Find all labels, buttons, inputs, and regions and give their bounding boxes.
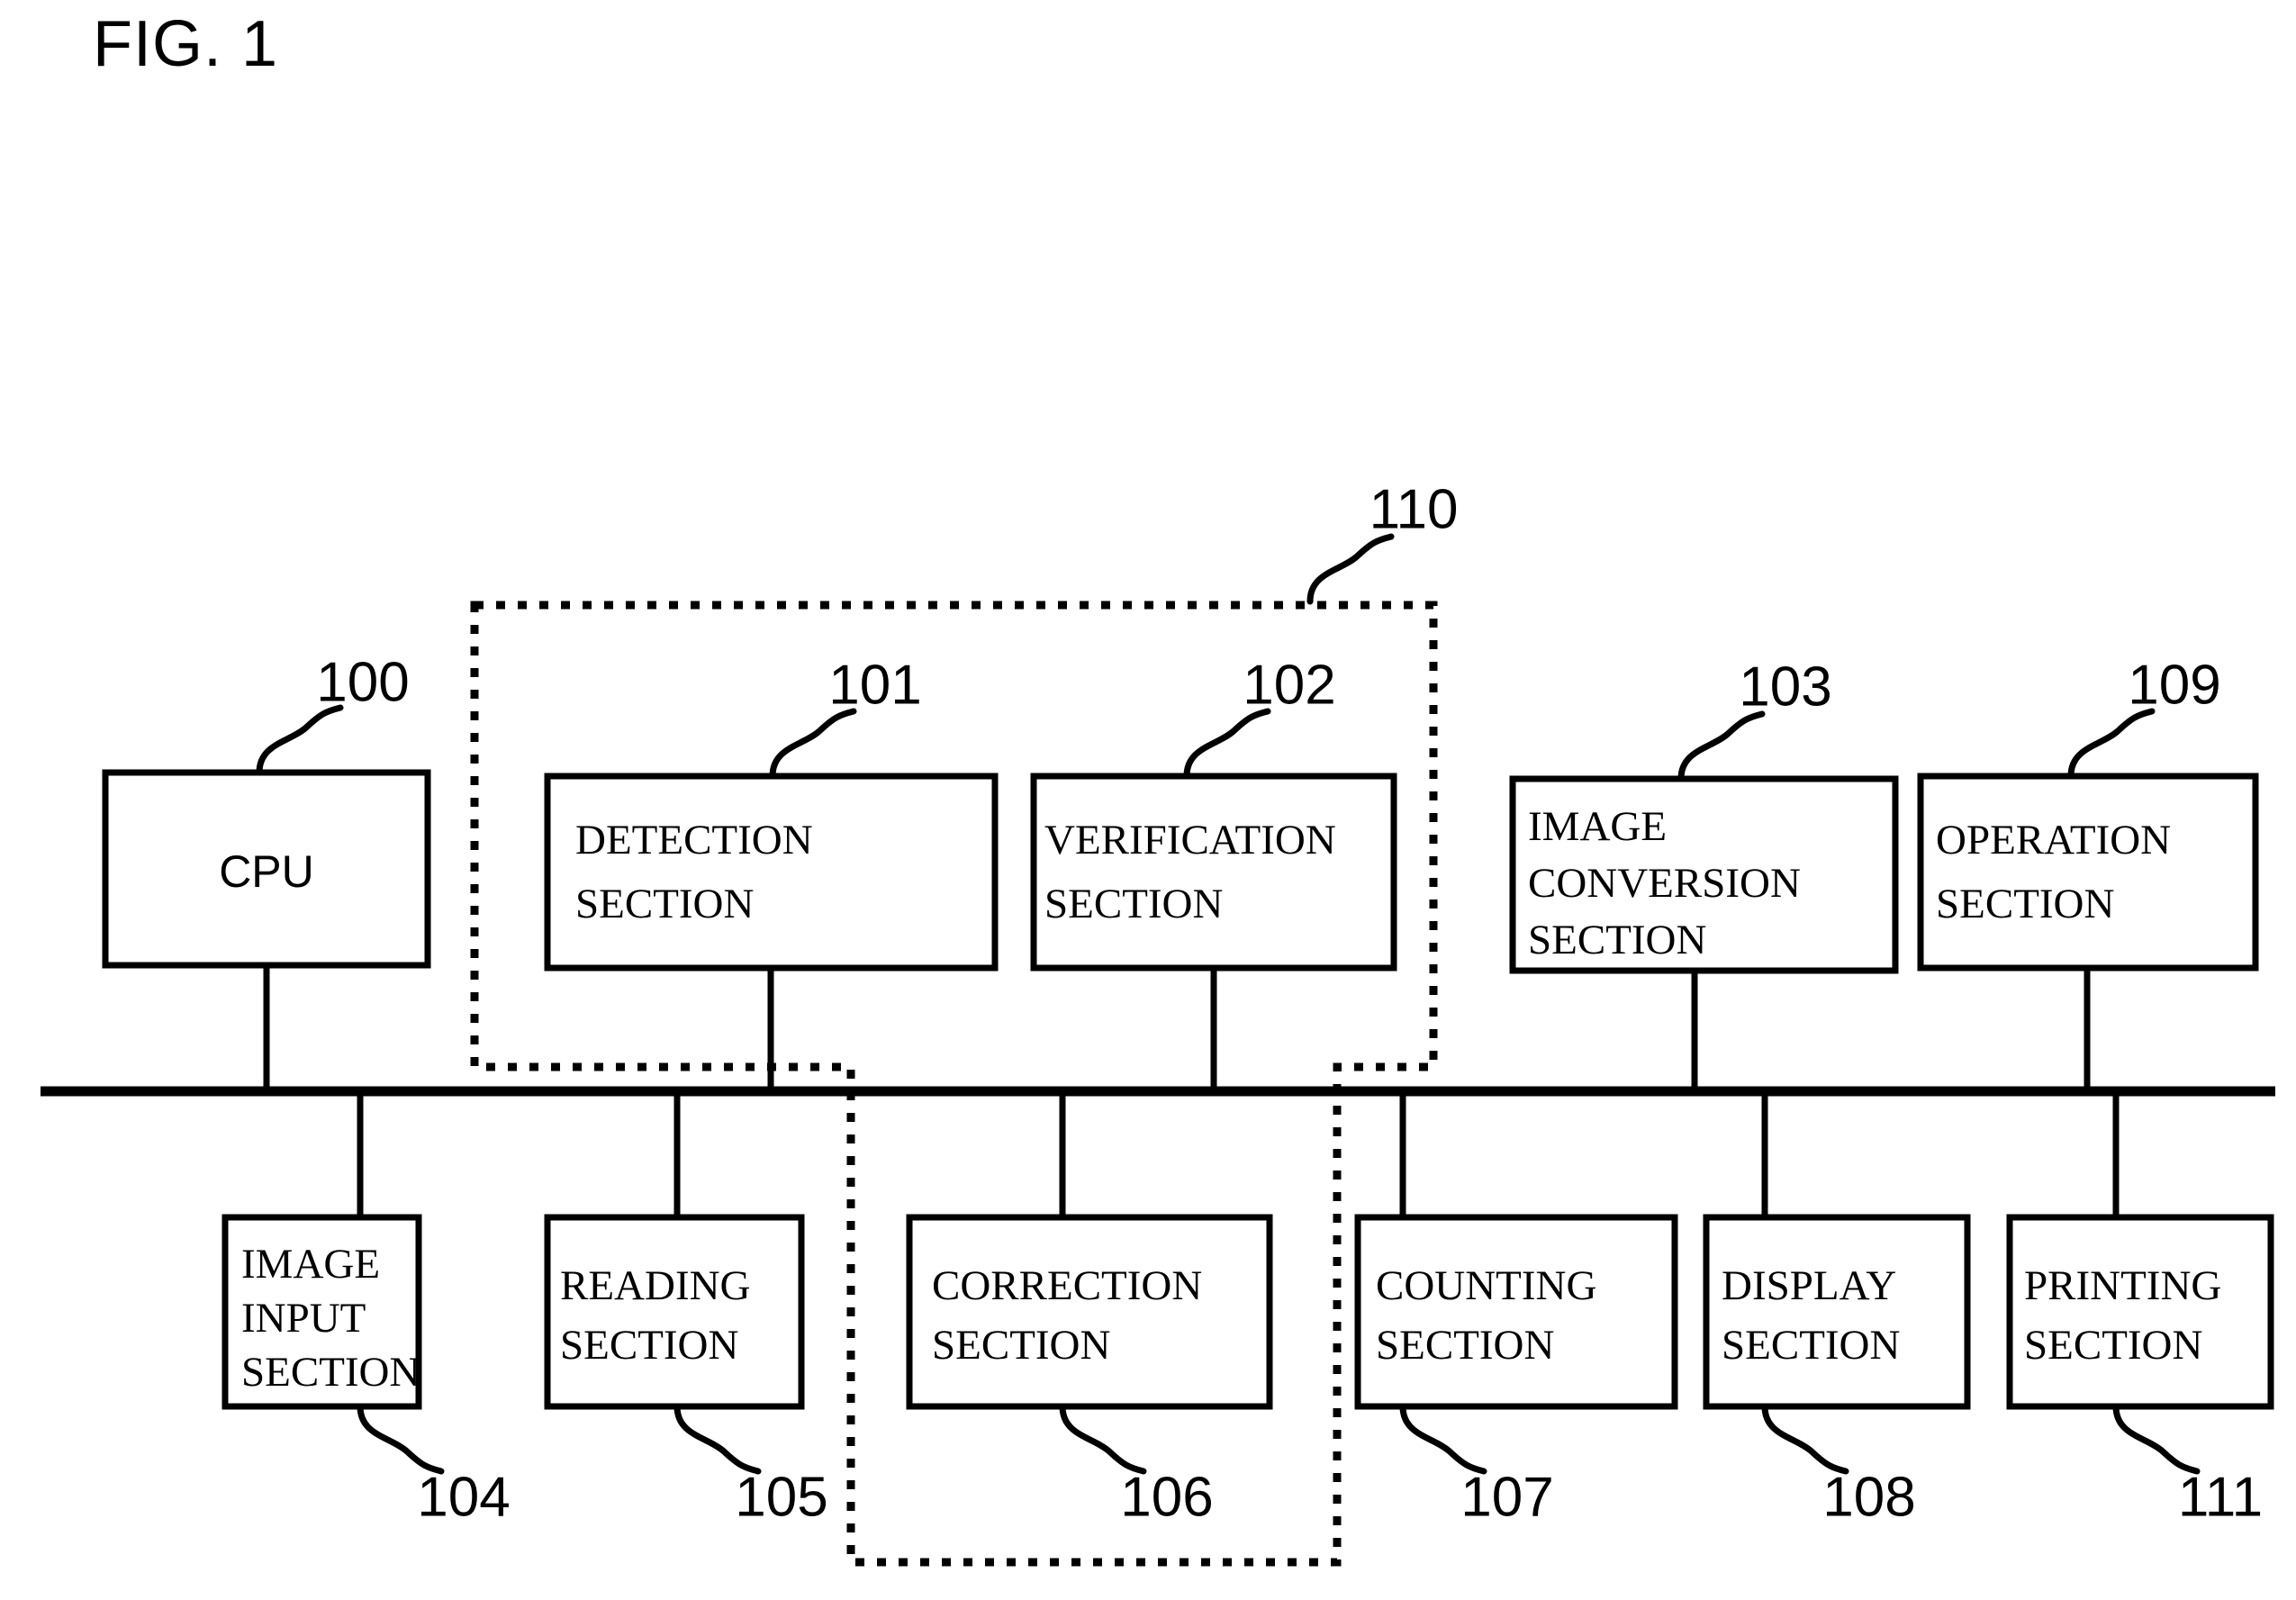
box-image-input-label-line-1: INPUT <box>241 1295 366 1342</box>
ref-number-109: 109 <box>2128 654 2220 716</box>
box-operation-label-line-1: SECTION <box>1936 881 2114 927</box>
box-verification[interactable] <box>1030 773 1397 972</box>
ref-number-101: 101 <box>828 654 921 716</box>
box-verification-label-line-1: SECTION <box>1044 881 1223 927</box>
leader-109 <box>2067 708 2156 780</box>
ref-number-102: 102 <box>1243 654 1335 716</box>
box-detection[interactable] <box>544 773 999 972</box>
dotted-enclosure-110 <box>470 601 1438 1567</box>
leader-104 <box>357 1403 445 1475</box>
box-correction-label-line-0: CORRECTION <box>932 1262 1202 1309</box>
box-image-conversion-label-line-2: SECTION <box>1528 917 1706 963</box>
box-image-input-label-line-2: SECTION <box>241 1349 420 1396</box>
box-operation-label-line-0: OPERATION <box>1936 817 2171 863</box>
box-cpu-label-line-0: CPU <box>219 846 314 897</box>
leader-111 <box>2112 1403 2201 1475</box>
box-detection-label-line-1: SECTION <box>575 881 754 927</box>
box-image-conversion-label-line-1: CONVERSION <box>1528 860 1801 907</box>
box-image-input-label-line-0: IMAGE <box>241 1241 380 1288</box>
leader-107 <box>1399 1403 1487 1475</box>
box-display-label-line-0: DISPLAY <box>1722 1262 1896 1309</box>
leader-108 <box>1761 1403 1849 1475</box>
box-printing-label-line-1: SECTION <box>2024 1322 2202 1369</box>
box-counting[interactable] <box>1354 1214 1678 1410</box>
leader-110 <box>1306 533 1395 605</box>
leader-103 <box>1677 710 1766 782</box>
box-image-conversion-label-line-0: IMAGE <box>1528 803 1667 850</box>
ref-number-104: 104 <box>417 1466 510 1528</box>
box-printing-label-line-0: PRINTING <box>2024 1262 2221 1309</box>
ref-number-103: 103 <box>1739 655 1831 718</box>
leader-105 <box>673 1403 762 1475</box>
ref-number-111: 111 <box>2178 1466 2263 1528</box>
box-detection-label-line-0: DETECTION <box>575 817 813 863</box>
box-display-label-line-1: SECTION <box>1722 1322 1900 1369</box>
leader-106 <box>1059 1403 1147 1475</box>
leader-100 <box>256 704 344 776</box>
ref-number-105: 105 <box>735 1466 827 1528</box>
figure-root: FIG. 1 CPU DETECTION SECTION VERIFICATIO… <box>0 0 2296 1600</box>
box-counting-label-line-1: SECTION <box>1376 1322 1554 1369</box>
box-reading[interactable] <box>544 1214 805 1410</box>
ref-number-106: 106 <box>1120 1466 1213 1528</box>
box-counting-label-line-0: COUNTING <box>1376 1262 1596 1309</box>
box-correction-label-line-1: SECTION <box>932 1322 1110 1369</box>
box-correction[interactable] <box>906 1214 1273 1410</box>
leader-102 <box>1183 708 1271 780</box>
ref-number-107: 107 <box>1460 1466 1553 1528</box>
box-reading-label-line-1: SECTION <box>560 1322 738 1369</box>
box-operation[interactable] <box>1917 773 2259 972</box>
ref-number-110: 110 <box>1369 478 1459 540</box>
box-display[interactable] <box>1703 1214 1971 1410</box>
ref-number-100: 100 <box>316 651 409 713</box>
leader-101 <box>769 708 857 780</box>
box-reading-label-line-0: READING <box>560 1262 750 1309</box>
box-verification-label-line-0: VERIFICATION <box>1044 817 1336 863</box>
box-printing[interactable] <box>2006 1214 2274 1410</box>
ref-number-108: 108 <box>1822 1466 1915 1528</box>
block-diagram: CPU DETECTION SECTION VERIFICATION SECTI… <box>41 478 2275 1567</box>
